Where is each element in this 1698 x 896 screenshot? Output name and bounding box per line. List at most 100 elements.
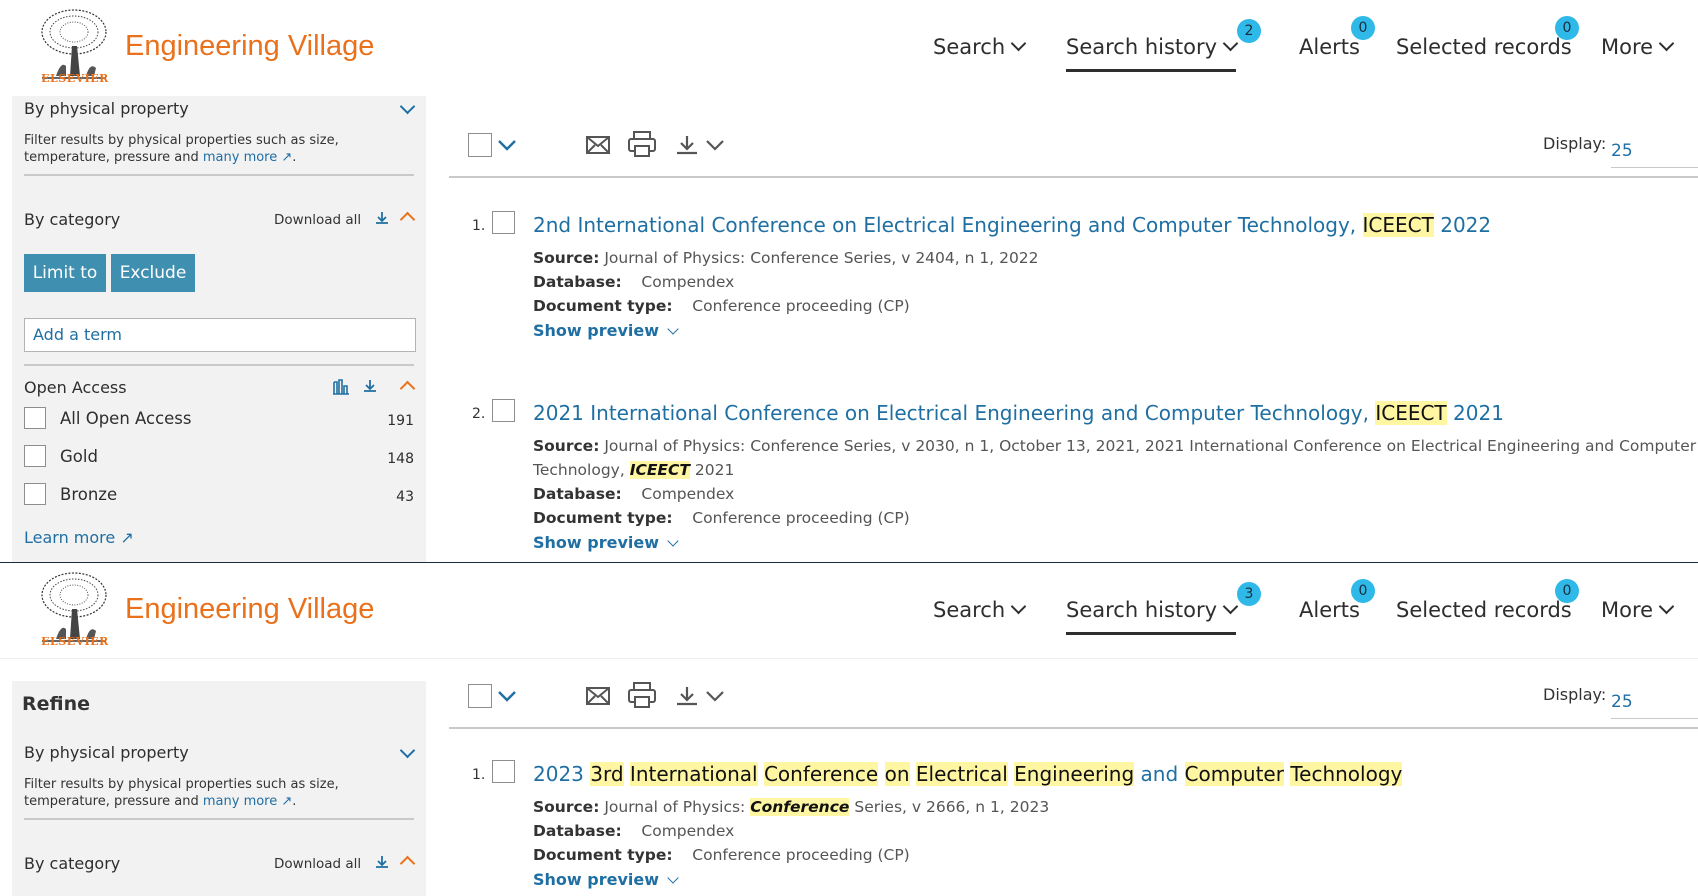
nav-selected-records[interactable]: Selected records	[1396, 35, 1572, 67]
display-select[interactable]: 25	[1611, 141, 1698, 168]
divider	[449, 176, 1698, 178]
title-word: Technology	[1290, 762, 1403, 786]
by-physical-property-heading[interactable]: By physical property	[24, 743, 189, 762]
database-label: Database:	[533, 822, 622, 840]
print-icon[interactable]	[627, 130, 657, 158]
chevron-up-icon[interactable]	[399, 380, 416, 397]
show-preview-link[interactable]: Show preview	[533, 321, 679, 340]
many-more-link[interactable]: many more ↗	[203, 150, 292, 165]
by-physical-property-heading[interactable]: By physical property	[24, 99, 189, 118]
nav-history-label: Search history	[1066, 35, 1218, 59]
display-label: Display:	[1543, 685, 1607, 704]
history-count-badge: 3	[1237, 582, 1261, 606]
chevron-down-icon[interactable]	[399, 742, 416, 759]
title-word: Conference	[763, 762, 879, 786]
chevron-up-icon[interactable]	[399, 855, 416, 872]
result-checkbox[interactable]	[492, 211, 515, 234]
screenshot-panel-bottom: ELSEVIER Engineering Village Search Sear…	[0, 563, 1698, 896]
result-checkbox[interactable]	[492, 399, 515, 422]
result-title-link[interactable]: 2023 3rd International Conference on Ele…	[533, 762, 1403, 786]
elsevier-tree-logo[interactable]	[36, 6, 112, 82]
chevron-down-icon	[1222, 598, 1239, 615]
download-icon[interactable]	[675, 134, 699, 156]
email-icon[interactable]	[585, 685, 611, 707]
download-all-link[interactable]: Download all	[274, 212, 361, 228]
doctype-label: Document type:	[533, 509, 673, 527]
title-text: 2021	[1446, 401, 1504, 425]
email-icon[interactable]	[585, 134, 611, 156]
source-value: Series, v 2666, n 1, 2023	[849, 798, 1050, 816]
show-preview-link[interactable]: Show preview	[533, 870, 679, 889]
result-doctype: Document type: Conference proceeding (CP…	[533, 509, 910, 527]
site-title[interactable]: Engineering Village	[125, 30, 374, 63]
chevron-up-icon[interactable]	[399, 211, 416, 228]
oa-item-label: Bronze	[60, 485, 118, 504]
selected-count-badge: 0	[1555, 16, 1579, 40]
title-word: 2023	[533, 762, 584, 786]
select-all-checkbox[interactable]	[468, 133, 492, 157]
exclude-button[interactable]: Exclude	[111, 254, 195, 292]
chevron-down-icon[interactable]	[497, 138, 517, 152]
show-preview-label: Show preview	[533, 321, 659, 340]
nav-selected-label: Selected records	[1396, 35, 1572, 59]
display-label: Display:	[1543, 134, 1607, 153]
result-source: Source: Journal of Physics: Conference S…	[533, 249, 1039, 267]
nav-search-label: Search	[933, 35, 1006, 59]
doctype-value: Conference proceeding (CP)	[692, 846, 910, 864]
select-all-checkbox[interactable]	[468, 684, 492, 708]
download-icon[interactable]	[675, 685, 699, 707]
show-preview-link[interactable]: Show preview	[533, 533, 679, 552]
nav-search[interactable]: Search	[933, 35, 1027, 67]
chevron-down-icon[interactable]	[705, 689, 725, 703]
source-value: Journal of Physics: Conference Series, v…	[604, 437, 1697, 455]
nav-alerts[interactable]: Alerts	[1299, 598, 1360, 630]
download-icon[interactable]	[362, 378, 378, 394]
by-category-heading: By category	[24, 854, 121, 873]
all-open-access-checkbox[interactable]	[24, 407, 46, 429]
physical-property-description: Filter results by physical properties su…	[24, 777, 339, 809]
database-label: Database:	[533, 485, 622, 503]
result-title-link[interactable]: 2nd International Conference on Electric…	[533, 213, 1491, 237]
divider	[0, 658, 1698, 659]
bar-chart-icon[interactable]	[332, 378, 350, 396]
refine-sidebar: Refine By physical property Filter resul…	[12, 681, 426, 896]
download-all-link[interactable]: Download all	[274, 856, 361, 872]
gold-checkbox[interactable]	[24, 445, 46, 467]
nav-alerts[interactable]: Alerts	[1299, 35, 1360, 67]
chevron-down-icon[interactable]	[705, 138, 725, 152]
selected-count-badge: 0	[1555, 579, 1579, 603]
chevron-down-icon	[667, 535, 679, 547]
add-term-input[interactable]: Add a term	[24, 318, 416, 352]
nav-search[interactable]: Search	[933, 598, 1027, 630]
nav-more[interactable]: More	[1601, 598, 1675, 630]
many-more-label: many more	[202, 150, 278, 165]
oa-item-count: 148	[387, 451, 414, 467]
chevron-down-icon[interactable]	[399, 98, 416, 115]
site-header: ELSEVIER Engineering Village Search Sear…	[0, 0, 1698, 96]
result-title-link[interactable]: 2021 International Conference on Electri…	[533, 401, 1504, 425]
many-more-link[interactable]: many more ↗	[203, 794, 292, 809]
chevron-down-icon[interactable]	[497, 689, 517, 703]
title-highlight: ICEECT	[1375, 401, 1447, 425]
display-select[interactable]: 25	[1611, 692, 1698, 719]
elsevier-tree-logo[interactable]	[36, 569, 112, 645]
title-word: Engineering	[1014, 762, 1135, 786]
learn-more-link[interactable]: Learn more ↗	[24, 528, 134, 547]
nav-search-history[interactable]: Search history	[1066, 35, 1239, 72]
title-word: Electrical	[915, 762, 1008, 786]
source-value: Technology,	[533, 461, 630, 479]
download-icon[interactable]	[374, 854, 390, 870]
print-icon[interactable]	[627, 681, 657, 709]
nav-search-history[interactable]: Search history	[1066, 598, 1239, 635]
title-word: Computer	[1184, 762, 1284, 786]
limit-to-button[interactable]: Limit to	[24, 254, 106, 292]
site-title[interactable]: Engineering Village	[125, 593, 374, 626]
refine-heading: Refine	[22, 693, 91, 715]
nav-more[interactable]: More	[1601, 35, 1675, 67]
result-checkbox[interactable]	[492, 760, 515, 783]
nav-selected-records[interactable]: Selected records	[1396, 598, 1572, 630]
alerts-count-badge: 0	[1351, 16, 1375, 40]
result-database: Database: Compendex	[533, 273, 734, 291]
download-icon[interactable]	[374, 210, 390, 226]
bronze-checkbox[interactable]	[24, 483, 46, 505]
